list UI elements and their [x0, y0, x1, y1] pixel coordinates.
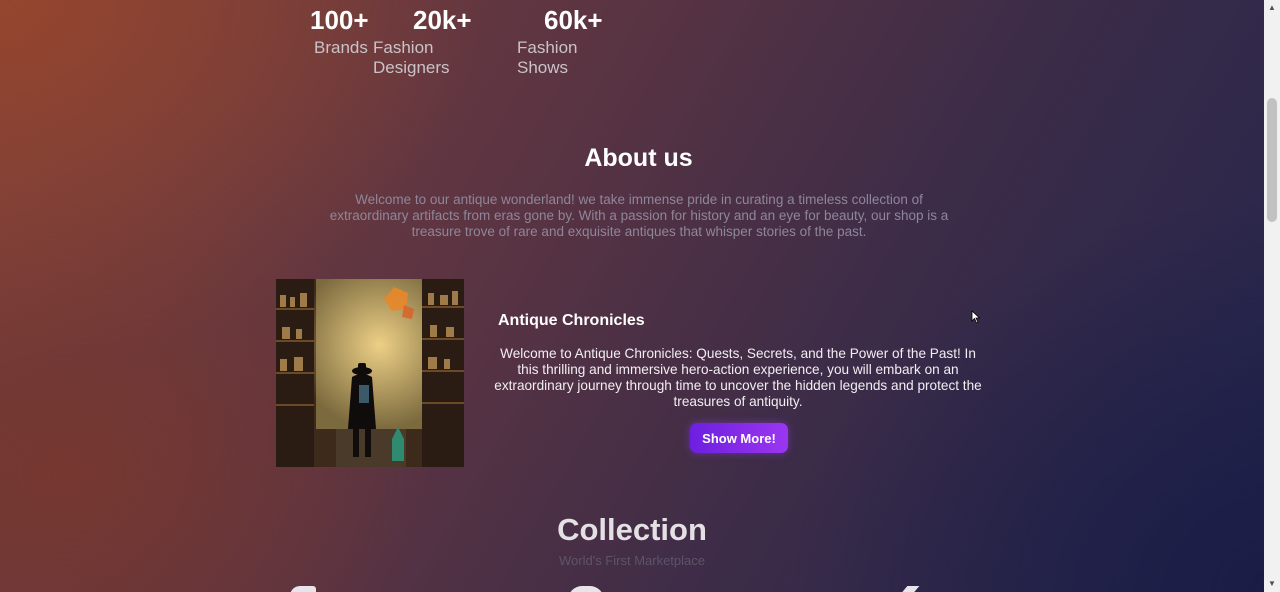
stat-designers: 20k+ Fashion Designers	[373, 3, 472, 78]
about-title: About us	[584, 144, 693, 172]
stat-value: 100+	[310, 5, 369, 35]
stat-label: Fashion Designers	[373, 38, 450, 77]
stat-brands: 100+ Brands	[310, 3, 369, 58]
scroll-up-arrow-icon[interactable]: ▲	[1264, 0, 1280, 16]
collection-subtitle: World's First Marketplace	[559, 553, 705, 568]
card-description: Welcome to Antique Chronicles: Quests, S…	[494, 346, 982, 409]
page: 100+ Brands 20k+ Fashion Designers 60k+ …	[0, 0, 1264, 592]
stat-shows: 60k+ Fashion Shows	[517, 3, 603, 78]
collection-item-peek	[290, 586, 316, 592]
collection-item-peek	[900, 586, 920, 592]
scroll-down-arrow-icon[interactable]: ▼	[1264, 576, 1280, 592]
scrollbar-thumb[interactable]	[1267, 98, 1277, 222]
stat-value: 60k+	[544, 5, 603, 35]
stat-label: Brands	[314, 38, 368, 57]
show-more-button[interactable]: Show More!	[690, 423, 788, 453]
stat-label: Fashion Shows	[517, 38, 578, 77]
antique-shop-image	[276, 279, 464, 467]
about-description: Welcome to our antique wonderland! we ta…	[329, 192, 949, 239]
card-title: Antique Chronicles	[498, 312, 645, 329]
mouse-cursor-icon	[971, 310, 981, 329]
stat-value: 20k+	[413, 5, 472, 35]
collection-title: Collection	[557, 512, 707, 547]
collection-item-peek	[568, 586, 604, 592]
vertical-scrollbar[interactable]: ▲ ▼	[1264, 0, 1280, 592]
